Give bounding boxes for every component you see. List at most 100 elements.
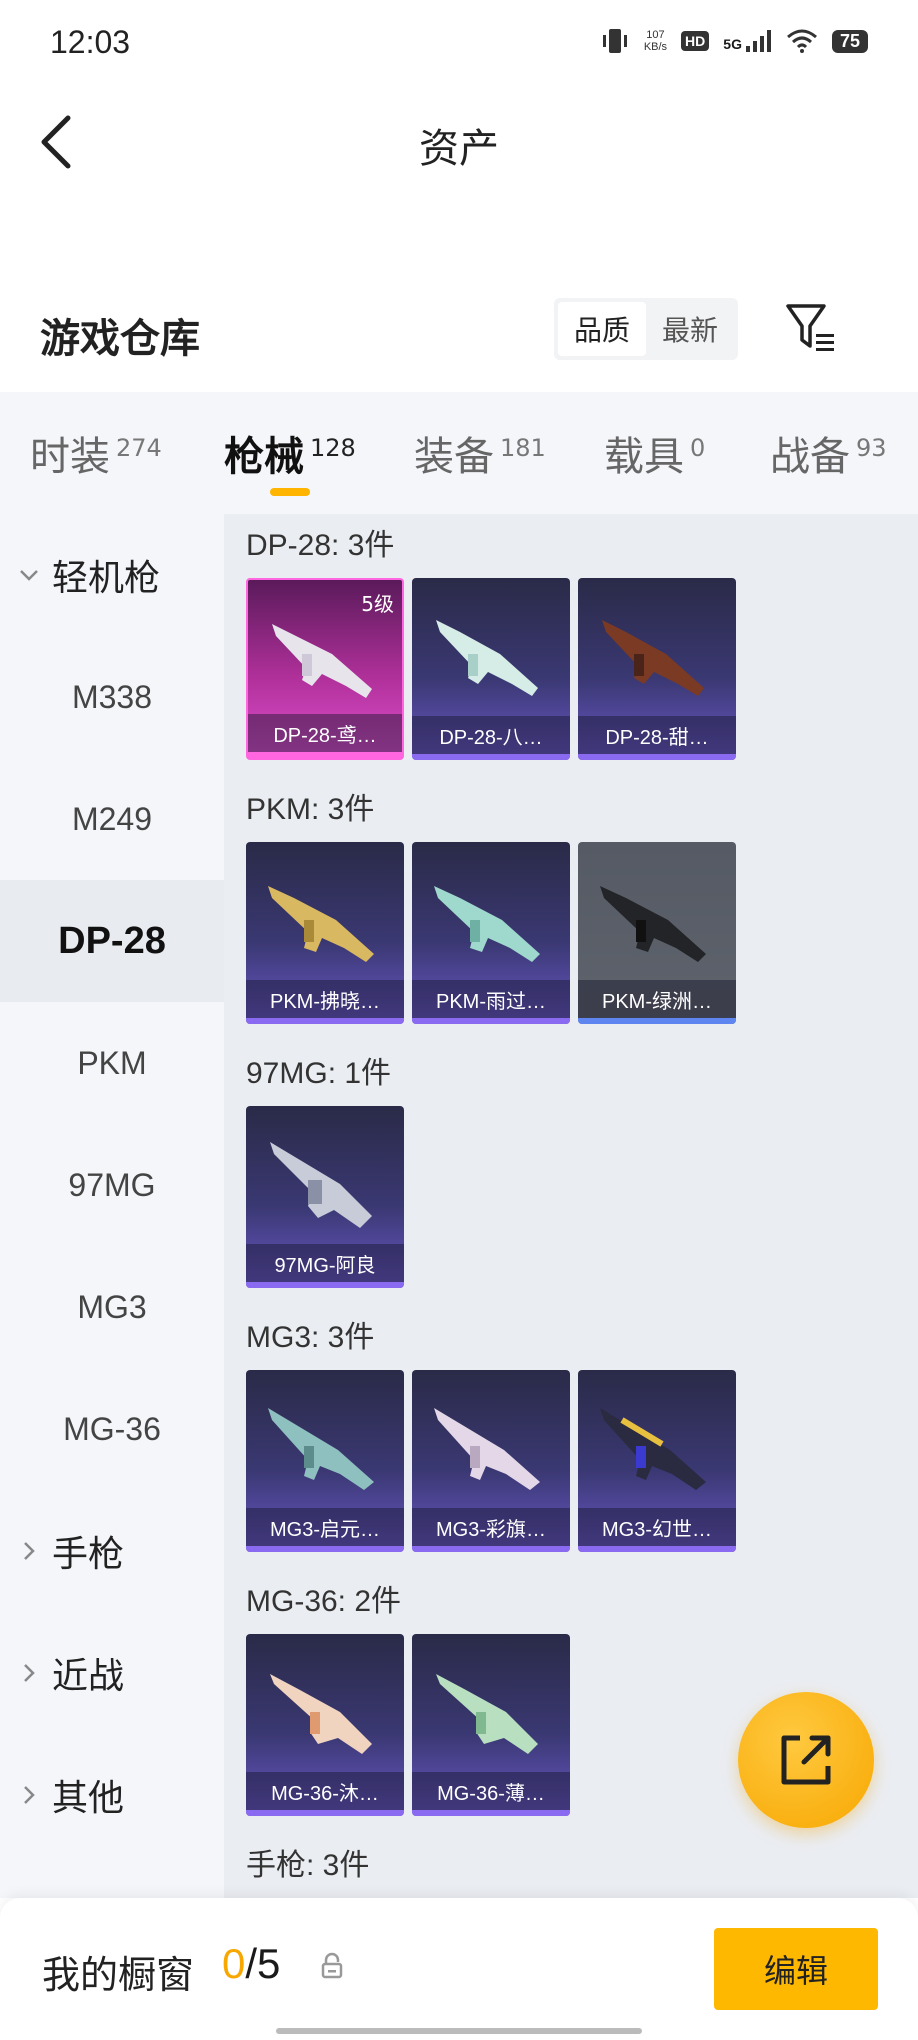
sidebar-group-melee[interactable]: 近战 xyxy=(18,1612,124,1734)
rarity-bar xyxy=(246,1282,404,1288)
net-speed-value: 107 xyxy=(646,29,665,41)
gun-image xyxy=(434,1408,540,1490)
warehouse-title: 游戏仓库 xyxy=(40,316,200,362)
sidebar-item-97mg[interactable]: 97MG xyxy=(0,1124,224,1246)
weapon-card[interactable]: PKM-雨过… xyxy=(412,842,570,1024)
chevron-right-icon xyxy=(24,1664,35,1682)
category-tab-bar: 时装 274 枪械 128 装备 181 载具 0 战备 93 xyxy=(0,392,918,514)
gun-image xyxy=(270,1674,372,1754)
group-title: MG-36: 2件 xyxy=(246,1585,402,1618)
gun-image xyxy=(270,1142,372,1228)
tab-fashion[interactable]: 时装 274 xyxy=(30,424,162,482)
weapon-card[interactable]: PKM-拂晓… xyxy=(246,842,404,1024)
rarity-bar xyxy=(578,1546,736,1552)
weapon-card[interactable]: 5级 DP-28-鸢… xyxy=(246,578,404,760)
net-speed: 107 KB/s xyxy=(644,29,667,53)
sort-latest-button[interactable]: 最新 xyxy=(646,302,734,356)
gun-image xyxy=(272,624,372,698)
tab-vehicles[interactable]: 载具 0 xyxy=(604,424,705,482)
sidebar-item-m249[interactable]: M249 xyxy=(0,758,224,880)
group-title: DP-28: 3件 xyxy=(246,529,395,562)
sidebar-item-mg3[interactable]: MG3 xyxy=(0,1246,224,1368)
card-label: MG-36-薄… xyxy=(412,1772,570,1810)
sidebar-item-pkm[interactable]: PKM xyxy=(0,1002,224,1124)
gun-image xyxy=(436,620,538,696)
weapon-card[interactable]: PKM-绿洲… xyxy=(578,842,736,1024)
wifi-icon xyxy=(786,29,817,53)
tab-supplies[interactable]: 战备 93 xyxy=(770,424,887,482)
tab-equipment[interactable]: 装备 181 xyxy=(414,424,546,482)
sidebar-group-lmg[interactable]: 轻机枪 xyxy=(18,514,160,636)
group-title: 手枪: 3件 xyxy=(246,1849,370,1882)
card-label: PKM-绿洲… xyxy=(578,980,736,1018)
rarity-bar xyxy=(412,1810,570,1816)
weapon-card[interactable]: MG-36-薄… xyxy=(412,1634,570,1816)
tab-label: 枪械 xyxy=(224,434,304,480)
status-icons: 107 KB/s HD 5G 75 xyxy=(600,26,868,56)
active-tab-indicator xyxy=(270,488,310,496)
sidebar-group-other[interactable]: 其他 xyxy=(18,1734,124,1856)
sidebar-group-label: 其他 xyxy=(52,1778,125,1819)
weapon-card[interactable]: DP-28-八… xyxy=(412,578,570,760)
rarity-bar xyxy=(246,1018,404,1024)
card-label: PKM-拂晓… xyxy=(246,980,404,1018)
sidebar-item-dp28[interactable]: DP-28 xyxy=(0,880,224,1002)
gun-image xyxy=(434,886,540,962)
weapon-card[interactable]: MG3-幻世… xyxy=(578,1370,736,1552)
showcase-bottom-bar: 我的橱窗 0/5 编辑 xyxy=(0,1898,918,2040)
page-title: 资产 xyxy=(419,126,499,172)
weapon-card[interactable]: DP-28-甜… xyxy=(578,578,736,760)
tab-count: 274 xyxy=(116,433,162,462)
edit-button[interactable]: 编辑 xyxy=(714,1928,878,2010)
rarity-bar xyxy=(412,1546,570,1552)
tab-weapons[interactable]: 枪械 128 xyxy=(224,424,356,482)
sort-toggle: 品质 最新 xyxy=(554,298,738,360)
rarity-bar xyxy=(246,1546,404,1552)
sidebar-item-m338[interactable]: M338 xyxy=(0,636,224,758)
card-label: MG3-彩旗… xyxy=(412,1508,570,1546)
chevron-right-icon xyxy=(24,1542,35,1560)
card-label: 97MG-阿良 xyxy=(246,1244,404,1282)
card-label: DP-28-八… xyxy=(412,716,570,754)
filter-button[interactable] xyxy=(784,302,840,354)
sort-quality-button[interactable]: 品质 xyxy=(558,302,646,356)
tab-label: 时装 xyxy=(30,434,110,480)
tab-count: 93 xyxy=(856,433,887,462)
showcase-label: 我的橱窗 xyxy=(42,1953,195,1997)
share-external-icon xyxy=(781,1735,831,1785)
filter-icon xyxy=(786,304,834,351)
showcase-current: 0 xyxy=(222,1940,246,1987)
rarity-bar xyxy=(578,1018,736,1024)
weapon-card[interactable]: MG3-彩旗… xyxy=(412,1370,570,1552)
hd-icon: HD xyxy=(681,31,710,51)
lock-icon xyxy=(321,1952,343,1979)
weapon-card[interactable]: MG3-启元… xyxy=(246,1370,404,1552)
card-label: DP-28-甜… xyxy=(578,716,736,754)
sidebar-item-mg36[interactable]: MG-36 xyxy=(0,1368,224,1490)
weapon-card[interactable]: 97MG-阿良 xyxy=(246,1106,404,1288)
weapon-type-sidebar: 轻机枪 M338 M249 DP-28 PKM 97MG MG3 MG-36 手… xyxy=(0,514,224,1898)
net-speed-unit: KB/s xyxy=(643,41,668,53)
share-fab-button[interactable] xyxy=(738,1692,874,1828)
rarity-bar xyxy=(412,754,570,760)
showcase-count: 0/5 xyxy=(222,1940,280,1988)
card-label: PKM-雨过… xyxy=(412,980,570,1018)
tab-count: 0 xyxy=(690,433,706,462)
gun-image xyxy=(268,1408,374,1490)
chevron-right-icon xyxy=(24,1786,35,1804)
gun-image xyxy=(436,1674,538,1754)
sidebar-group-label: 轻机枪 xyxy=(52,558,161,599)
chevron-down-icon xyxy=(20,570,38,581)
weapon-card[interactable]: MG-36-沐… xyxy=(246,1634,404,1816)
status-bar: 12:03 107 KB/s HD 5G 75 xyxy=(0,0,918,92)
rarity-bar xyxy=(246,1810,404,1816)
card-label: MG3-幻世… xyxy=(578,1508,736,1546)
sidebar-group-pistol[interactable]: 手枪 xyxy=(18,1490,124,1612)
group-title: 97MG: 1件 xyxy=(246,1057,392,1090)
tab-count: 128 xyxy=(310,433,356,462)
group-title: MG3: 3件 xyxy=(246,1321,375,1354)
gun-image xyxy=(602,620,704,696)
gun-image xyxy=(268,886,374,962)
vibrate-icon xyxy=(602,29,627,53)
sidebar-group-label: 近战 xyxy=(52,1656,125,1697)
